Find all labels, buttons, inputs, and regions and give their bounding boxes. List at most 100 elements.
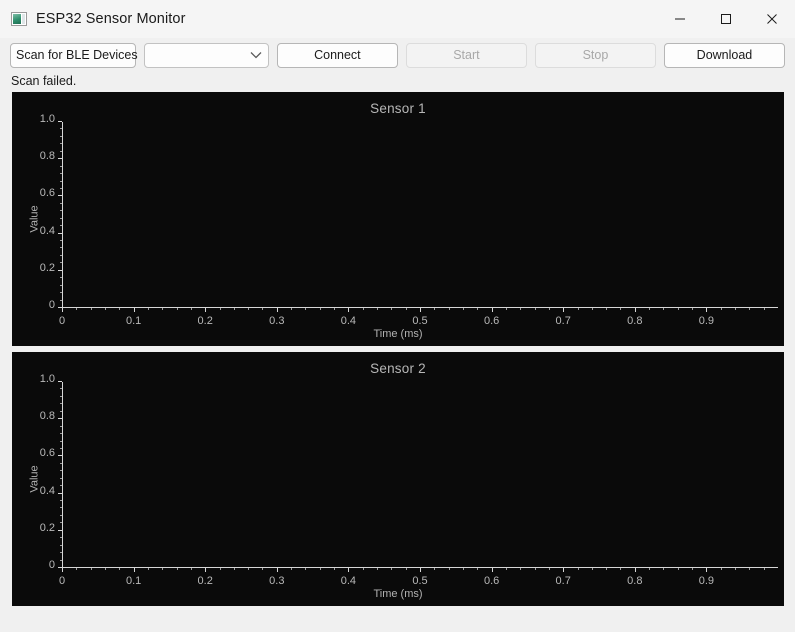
page-title: ESP32 Sensor Monitor — [36, 10, 186, 27]
x-tick-mark — [219, 308, 221, 310]
sensor-2-chart[interactable]: Sensor 2 Value 0 0.2 0.4 0.6 0.8 1.0 0 0.1 0.2 0.… — [12, 352, 784, 606]
x-tick-mark — [534, 568, 536, 570]
x-tick-mark — [477, 308, 479, 310]
x-tick-mark — [405, 308, 407, 310]
x-tick-label: 0.1 — [125, 575, 142, 587]
y-tick-mark — [60, 225, 62, 227]
x-tick-label: 0.1 — [125, 315, 142, 327]
x-tick-mark — [233, 568, 235, 570]
toolbar: Scan for BLE Devices Connect Start Stop … — [0, 38, 795, 72]
connect-button[interactable]: Connect — [276, 42, 398, 68]
x-tick-mark — [305, 568, 307, 570]
sensor-2-axes: 0 0.2 0.4 0.6 0.8 1.0 0 0.1 0.2 0.3 0.4 0.5 0.6 0.7 0.… — [40, 373, 778, 587]
x-tick-mark — [434, 308, 436, 310]
download-button[interactable]: Download — [663, 42, 785, 68]
x-tick-mark — [520, 308, 522, 310]
x-tick-mark — [104, 308, 106, 310]
x-tick-mark — [649, 568, 651, 570]
y-tick-mark — [60, 187, 62, 189]
y-tick-mark — [60, 210, 62, 212]
x-tick-label: 0.2 — [197, 315, 213, 327]
x-tick-mark — [147, 568, 149, 570]
y-tick-mark — [60, 514, 62, 516]
y-tick-mark — [60, 544, 62, 546]
x-tick-mark — [448, 308, 450, 310]
y-tick-mark — [60, 202, 62, 204]
x-tick-mark — [276, 308, 278, 312]
x-tick-mark — [162, 568, 164, 570]
y-tick-mark — [60, 507, 62, 509]
stop-button[interactable]: Stop — [534, 42, 656, 68]
x-tick-mark — [491, 308, 493, 312]
title-bar[interactable]: ESP32 Sensor Monitor — [0, 0, 795, 38]
x-tick-mark — [448, 568, 450, 570]
x-tick-label: 0.9 — [698, 575, 715, 587]
y-tick-mark — [60, 410, 62, 412]
y-tick-mark — [60, 440, 62, 442]
x-tick-mark — [692, 568, 694, 570]
y-tick-mark — [60, 433, 62, 435]
x-tick-mark — [147, 308, 149, 310]
x-tick-label: 0.8 — [627, 575, 643, 587]
x-tick-mark — [248, 568, 250, 570]
x-tick-mark — [119, 568, 121, 570]
x-tick-mark — [548, 308, 550, 310]
y-tick-mark — [60, 173, 62, 175]
y-tick-label: 0.6 — [39, 187, 55, 200]
y-tick-mark — [60, 470, 62, 472]
close-icon[interactable] — [749, 0, 795, 38]
x-tick-mark — [205, 568, 207, 572]
x-tick-mark — [591, 308, 593, 310]
x-tick-mark — [133, 568, 135, 572]
device-select[interactable] — [144, 42, 269, 68]
y-tick-mark — [60, 180, 62, 182]
y-tick-mark — [60, 403, 62, 405]
x-tick-label: 0 — [58, 575, 66, 587]
x-tick-mark — [706, 568, 708, 572]
y-tick-mark — [58, 195, 62, 197]
maximize-icon[interactable] — [703, 0, 749, 38]
x-tick-mark — [534, 308, 536, 310]
sensor-1-chart[interactable]: Sensor 1 Value 0 0.2 0.4 0.6 0.8 1.0 0 0.1 0.2 0.… — [12, 92, 784, 346]
x-tick-mark — [90, 308, 92, 310]
y-tick-label: 0 — [48, 299, 55, 311]
y-tick-mark — [58, 529, 62, 531]
y-tick-mark — [58, 455, 62, 457]
x-tick-mark — [348, 308, 350, 312]
x-tick-mark — [735, 308, 737, 310]
x-tick-mark — [720, 568, 722, 570]
minimize-icon[interactable] — [657, 0, 703, 38]
y-tick-mark — [58, 492, 62, 494]
x-tick-label: 0.7 — [555, 315, 571, 327]
start-button[interactable]: Start — [405, 42, 527, 68]
y-tick-label: 0 — [48, 559, 55, 571]
y-tick-mark — [60, 522, 62, 524]
x-tick-mark — [749, 568, 751, 570]
app-window: ESP32 Sensor Monitor Scan for BLE Device… — [0, 0, 795, 632]
y-tick-label: 0.4 — [39, 484, 55, 497]
x-tick-mark — [720, 308, 722, 310]
x-tick-mark — [606, 308, 608, 310]
x-tick-mark — [735, 568, 737, 570]
x-tick-mark — [663, 308, 665, 310]
x-tick-mark — [520, 568, 522, 570]
y-tick-mark — [60, 240, 62, 242]
x-tick-mark — [276, 568, 278, 572]
x-tick-mark — [606, 568, 608, 570]
x-tick-mark — [262, 308, 264, 310]
x-tick-label: 0.6 — [483, 575, 500, 587]
x-tick-mark — [190, 568, 192, 570]
scan-for-ble-devices-button[interactable]: Scan for BLE Devices — [10, 42, 138, 68]
x-tick-label: 0.6 — [483, 315, 500, 327]
x-tick-label: 0.2 — [197, 575, 213, 587]
y-tick-mark — [60, 500, 62, 502]
y-tick-mark — [58, 381, 62, 382]
x-tick-mark — [577, 308, 579, 310]
y-tick-mark — [58, 121, 62, 122]
x-tick-mark — [391, 308, 393, 310]
x-tick-label: 0.7 — [555, 575, 571, 587]
y-tick-mark — [60, 552, 62, 554]
x-tick-mark — [706, 308, 708, 312]
x-tick-mark — [305, 308, 307, 310]
x-tick-mark — [90, 568, 92, 570]
